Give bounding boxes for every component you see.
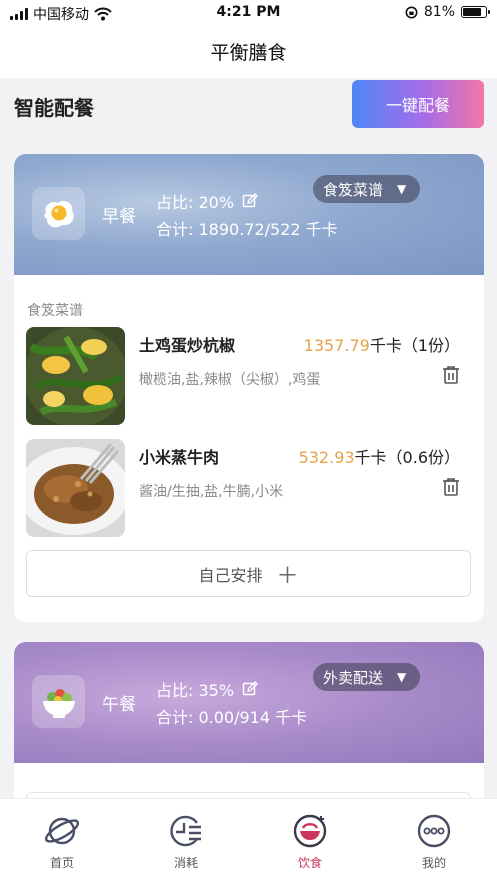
meal-ratio: 占比: 35%: [156, 677, 258, 701]
meal-source-dropdown[interactable]: 外卖配送 ▼: [313, 663, 421, 691]
arrange-myself-button[interactable]: 自己安排 ＋: [26, 550, 471, 597]
tab-label: 饮食: [297, 856, 322, 870]
planet-icon: [44, 817, 80, 845]
tab-label: 首页: [49, 856, 74, 870]
food-kcal: 1357.79千卡（1份）: [304, 332, 460, 356]
meal-card-header: 午餐 占比: 35% 合计: 0.00/914 千卡 外卖配送 ▼: [14, 642, 484, 763]
meal-name: 早餐: [102, 207, 136, 227]
food-kcal-value: 532.93: [298, 448, 355, 467]
plus-icon: ＋: [276, 563, 299, 589]
battery-icon: [461, 6, 490, 18]
page-title: 平衡膳食: [210, 42, 287, 64]
edit-icon[interactable]: [242, 681, 258, 697]
battery-percent: 81%: [423, 4, 455, 20]
one-key-meal-button[interactable]: 一键配餐: [352, 80, 484, 128]
food-name: 土鸡蛋炒杭椒: [139, 336, 236, 355]
tab-mine[interactable]: 我的: [394, 813, 474, 871]
tab-label: 消耗: [173, 856, 198, 870]
food-kcal-unit: 千卡（0.6份）: [354, 448, 460, 467]
clock-list-icon: [170, 815, 201, 847]
tab-label: 我的: [421, 856, 446, 870]
tab-consumption[interactable]: 消耗: [146, 813, 226, 871]
meal-card-lunch: 午餐 占比: 35% 合计: 0.00/914 千卡 外卖配送 ▼: [14, 642, 484, 812]
meal-source-label: 食笈菜谱: [323, 180, 384, 199]
more-dots-icon: [417, 814, 451, 848]
status-bar: 中国移动 4:21 PM 81%: [0, 0, 497, 26]
meal-name: 午餐: [102, 695, 136, 715]
meal-source-label: 外卖配送: [323, 668, 384, 687]
edit-icon[interactable]: [242, 193, 258, 209]
meal-card-breakfast: 早餐 占比: 20% 合计: 1890.72/522 千卡 食笈菜谱 ▼ 食笈菜…: [14, 154, 484, 622]
bottom-tab-bar: 首页 消耗 饮食 我的: [0, 798, 497, 883]
section-title: 智能配餐: [14, 96, 94, 120]
arrange-myself-label: 自己安排: [198, 565, 263, 585]
caret-down-icon: ▼: [397, 670, 407, 684]
nav-bar: 平衡膳食: [0, 26, 497, 78]
caret-down-icon: ▼: [397, 182, 407, 196]
food-kcal-unit: 千卡（1份）: [369, 336, 460, 355]
salad-bowl-icon: [32, 675, 85, 728]
battery-fill: [463, 8, 481, 16]
tab-home[interactable]: 首页: [22, 813, 102, 871]
food-name: 小米蒸牛肉: [139, 448, 220, 467]
status-right: 81%: [405, 4, 490, 20]
meal-total: 合计: 1890.72/522 千卡: [156, 220, 338, 239]
meal-total: 合计: 0.00/914 千卡: [156, 708, 308, 727]
trash-icon[interactable]: [442, 477, 460, 497]
meal-source-dropdown[interactable]: 食笈菜谱 ▼: [313, 175, 421, 203]
food-kcal-value: 1357.79: [303, 336, 370, 355]
meal-ratio-text: 占比: 20%: [156, 193, 235, 212]
fried-egg-icon: [32, 187, 85, 240]
meal-card-header: 早餐 占比: 20% 合计: 1890.72/522 千卡 食笈菜谱 ▼: [14, 154, 484, 275]
food-image: [26, 327, 125, 425]
food-ingredients: 橄榄油,盐,辣椒（尖椒）,鸡蛋: [139, 372, 321, 388]
food-kcal: 532.93千卡（0.6份）: [299, 444, 460, 468]
recipe-list-label: 食笈菜谱: [27, 303, 83, 319]
orientation-lock-icon: [405, 6, 418, 18]
food-item[interactable]: 土鸡蛋炒杭椒 1357.79千卡（1份） 橄榄油,盐,辣椒（尖椒）,鸡蛋: [26, 327, 472, 427]
food-image: [26, 439, 125, 537]
trash-icon[interactable]: [442, 365, 460, 385]
food-bowl-icon: [293, 814, 327, 848]
food-item[interactable]: 小米蒸牛肉 532.93千卡（0.6份） 酱油/生抽,盐,牛腩,小米: [26, 439, 472, 539]
tab-diet[interactable]: 饮食: [270, 813, 350, 871]
meal-ratio-text: 占比: 35%: [156, 681, 235, 700]
food-ingredients: 酱油/生抽,盐,牛腩,小米: [139, 484, 284, 500]
meal-ratio: 占比: 20%: [156, 189, 258, 213]
